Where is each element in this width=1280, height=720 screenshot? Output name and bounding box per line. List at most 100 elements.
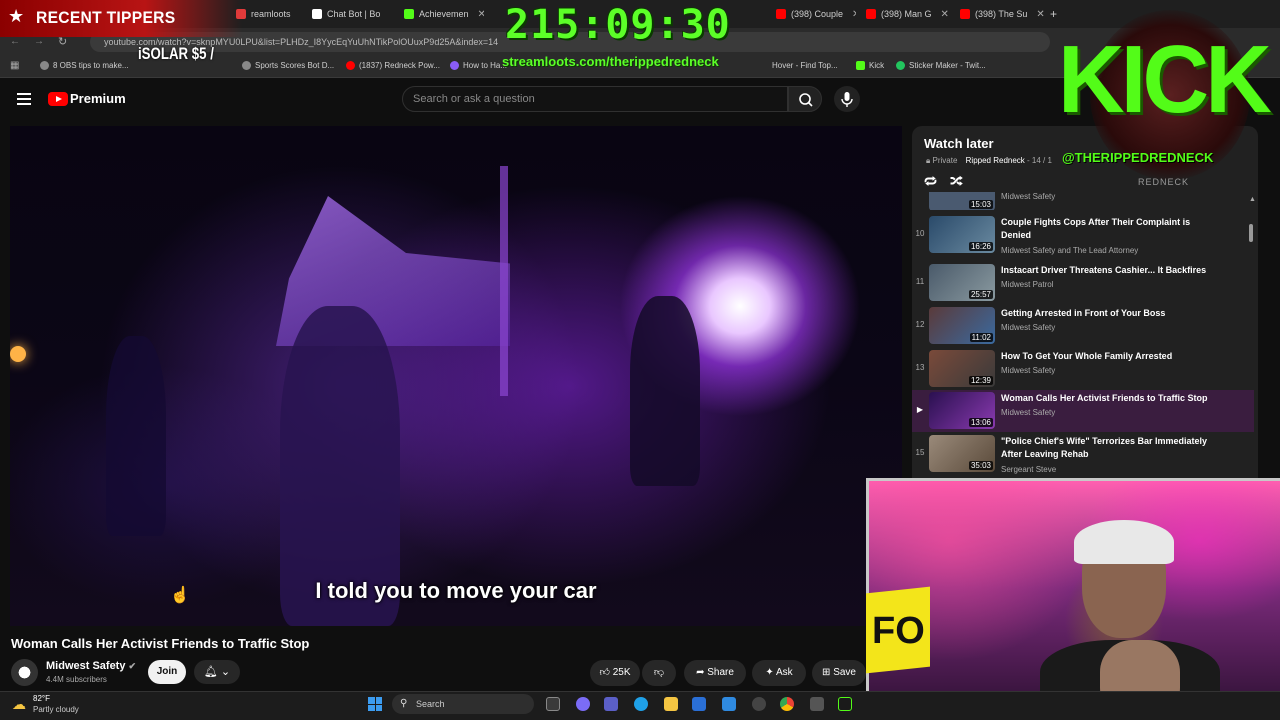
channel-avatar[interactable] <box>11 659 38 686</box>
close-icon[interactable]: ✕ <box>852 9 856 20</box>
chatbot-icon <box>312 9 322 19</box>
loop-icon[interactable]: 🔁︎ <box>924 172 937 191</box>
dislike-button[interactable]: 👎︎ <box>642 660 676 686</box>
menu-icon[interactable] <box>17 93 31 105</box>
playlist-item[interactable]: 15 35:03 "Police Chief's Wife" Terrorize… <box>912 433 1254 475</box>
search-icon: ⚲ <box>400 698 408 709</box>
playlist-item-title: Woman Calls Her Activist Friends to Traf… <box>1001 393 1208 403</box>
browser-tab[interactable]: reamloots✕ <box>236 4 296 24</box>
outlook-icon[interactable] <box>722 697 736 711</box>
bookmark-item[interactable]: 8 OBS tips to make... <box>40 61 129 70</box>
save-button[interactable]: ⊞ Save <box>812 660 866 686</box>
bookmark-item[interactable]: Sticker Maker - Twit... <box>896 61 986 70</box>
like-button[interactable]: 👍︎ 25K <box>590 660 640 686</box>
playlist-scrollbar[interactable]: ▲ <box>1248 196 1256 476</box>
playlist-owner[interactable]: Ripped Redneck <box>966 156 1025 165</box>
video-player[interactable] <box>10 126 902 626</box>
video-thumbnail: 35:03 <box>929 435 995 472</box>
playlist-title[interactable]: Watch later <box>924 136 994 151</box>
video-thumbnail: 13:06 <box>929 392 995 429</box>
youtube-premium-label[interactable]: Premium <box>70 91 126 106</box>
sparkle-icon: ✦ <box>765 667 774 678</box>
playlist-item-channel: Midwest Safety <box>1001 408 1056 417</box>
playlist-item[interactable]: 15:03 Midwest Safety <box>912 192 1254 210</box>
browser-tab[interactable]: (398) Man G ✕ <box>866 4 954 24</box>
close-icon[interactable]: ✕ <box>389 9 390 20</box>
task-view-icon[interactable] <box>546 697 560 711</box>
video-title: Woman Calls Her Activist Friends to Traf… <box>11 636 310 651</box>
browser-tab[interactable]: (398) Couple✕ <box>776 4 856 24</box>
bookmark-item[interactable]: (1837) Redneck Pow... <box>346 61 440 70</box>
voice-search-button[interactable] <box>834 86 860 112</box>
back-icon[interactable]: ← <box>10 36 20 47</box>
edge-icon[interactable] <box>634 697 648 711</box>
forward-icon[interactable]: → <box>34 36 44 47</box>
browser-tab[interactable]: Achievemen ✕ <box>404 4 484 24</box>
file-explorer-icon[interactable] <box>664 697 678 711</box>
verified-icon: ✔ <box>128 661 137 671</box>
search-input[interactable]: Search or ask a question <box>402 86 788 112</box>
microphone-icon <box>841 92 853 107</box>
share-icon: ➦ <box>696 667 705 678</box>
mouse-cursor-icon: ☝ <box>170 587 190 604</box>
playlist-item[interactable]: 11 25:57 Instacart Driver Threatens Cash… <box>912 262 1254 304</box>
thumbs-up-icon: 👍︎ <box>599 667 610 678</box>
playlist-item-title: How To Get Your Whole Family Arrested <box>1001 351 1173 361</box>
weather-description[interactable]: Partly cloudy <box>33 705 79 714</box>
scroll-up-icon[interactable]: ▲ <box>1249 196 1256 203</box>
taskbar-search[interactable]: ⚲ Search <box>392 694 534 714</box>
video-thumbnail: 25:57 <box>929 264 995 301</box>
youtube-logo-icon[interactable] <box>48 92 68 106</box>
bookmark-item[interactable]: Hover - Find Top... <box>772 61 838 70</box>
playlist-item[interactable]: 10 16:26 Couple Fights Cops After Their … <box>912 214 1254 256</box>
apps-icon[interactable]: ▦ <box>10 60 19 71</box>
close-icon[interactable]: ✕ <box>478 9 484 20</box>
bookmark-item[interactable]: Kick <box>856 61 884 70</box>
playlist-item-title: Couple Fights Cops After Their Complaint… <box>1001 217 1191 240</box>
close-icon[interactable]: ✕ <box>941 9 949 20</box>
close-icon[interactable]: ✕ <box>1036 9 1044 20</box>
youtube-icon <box>776 9 786 19</box>
video-caption: I told you to move your car <box>315 578 597 603</box>
share-button[interactable]: ➦ Share <box>684 660 746 686</box>
bookmark-icon <box>450 61 459 70</box>
webcam-person-hat <box>1074 520 1174 564</box>
browser-tab[interactable]: Chat Bot | Bo✕ <box>312 4 390 24</box>
new-tab-button[interactable]: + <box>1050 4 1066 24</box>
shuffle-icon[interactable]: 🔀︎ <box>950 172 963 191</box>
video-scene-person <box>630 296 700 486</box>
video-scene-pole <box>500 166 508 396</box>
bookmark-item[interactable]: How to Ha... <box>450 61 507 70</box>
scrollbar-thumb[interactable] <box>1249 224 1253 242</box>
teams-icon[interactable] <box>604 697 618 711</box>
chevron-down-icon: ⌄ <box>220 666 231 678</box>
weather-icon[interactable]: ☁ <box>12 696 26 713</box>
copilot-icon[interactable] <box>576 697 590 711</box>
now-playing-icon: ▶ <box>916 405 924 414</box>
join-button[interactable]: Join <box>148 660 186 684</box>
obs-icon[interactable] <box>752 697 766 711</box>
app-icon[interactable] <box>838 697 852 711</box>
search-button[interactable] <box>788 86 822 112</box>
video-scene-house <box>276 196 510 346</box>
subscriber-count: 4.4M subscribers <box>46 675 107 684</box>
channel-name[interactable]: Midwest Safety ✔ <box>46 660 136 672</box>
weather-temperature[interactable]: 82°F <box>33 694 50 703</box>
bookmark-icon <box>242 61 251 70</box>
bookmark-item[interactable]: Sports Scores Bot D... <box>242 61 334 70</box>
notification-bell-button[interactable]: 🔔︎ ⌄ <box>194 660 240 684</box>
kick-handle: @THERIPPEDREDNECK <box>1062 150 1214 165</box>
streamloots-url: streamloots.com/therippedredneck <box>502 54 719 69</box>
chrome-icon[interactable] <box>780 697 794 711</box>
store-icon[interactable] <box>692 697 706 711</box>
playlist-item[interactable]: 13 12:39 How To Get Your Whole Family Ar… <box>912 348 1254 390</box>
ask-button[interactable]: ✦ Ask <box>752 660 806 686</box>
browser-tab[interactable]: (398) The Su ✕ <box>960 4 1050 24</box>
playlist-item[interactable]: 12 11:02 Getting Arrested in Front of Yo… <box>912 305 1254 347</box>
bookmark-icon <box>896 61 905 70</box>
playlist-item-current[interactable]: ▶ 13:06 Woman Calls Her Activist Friends… <box>912 390 1254 432</box>
playlist-item-title: Instacart Driver Threatens Cashier... It… <box>1001 265 1207 275</box>
windows-start-icon[interactable] <box>368 697 382 711</box>
playlist-item-channel: Sergeant Steve <box>1001 465 1057 474</box>
app-icon[interactable] <box>810 697 824 711</box>
